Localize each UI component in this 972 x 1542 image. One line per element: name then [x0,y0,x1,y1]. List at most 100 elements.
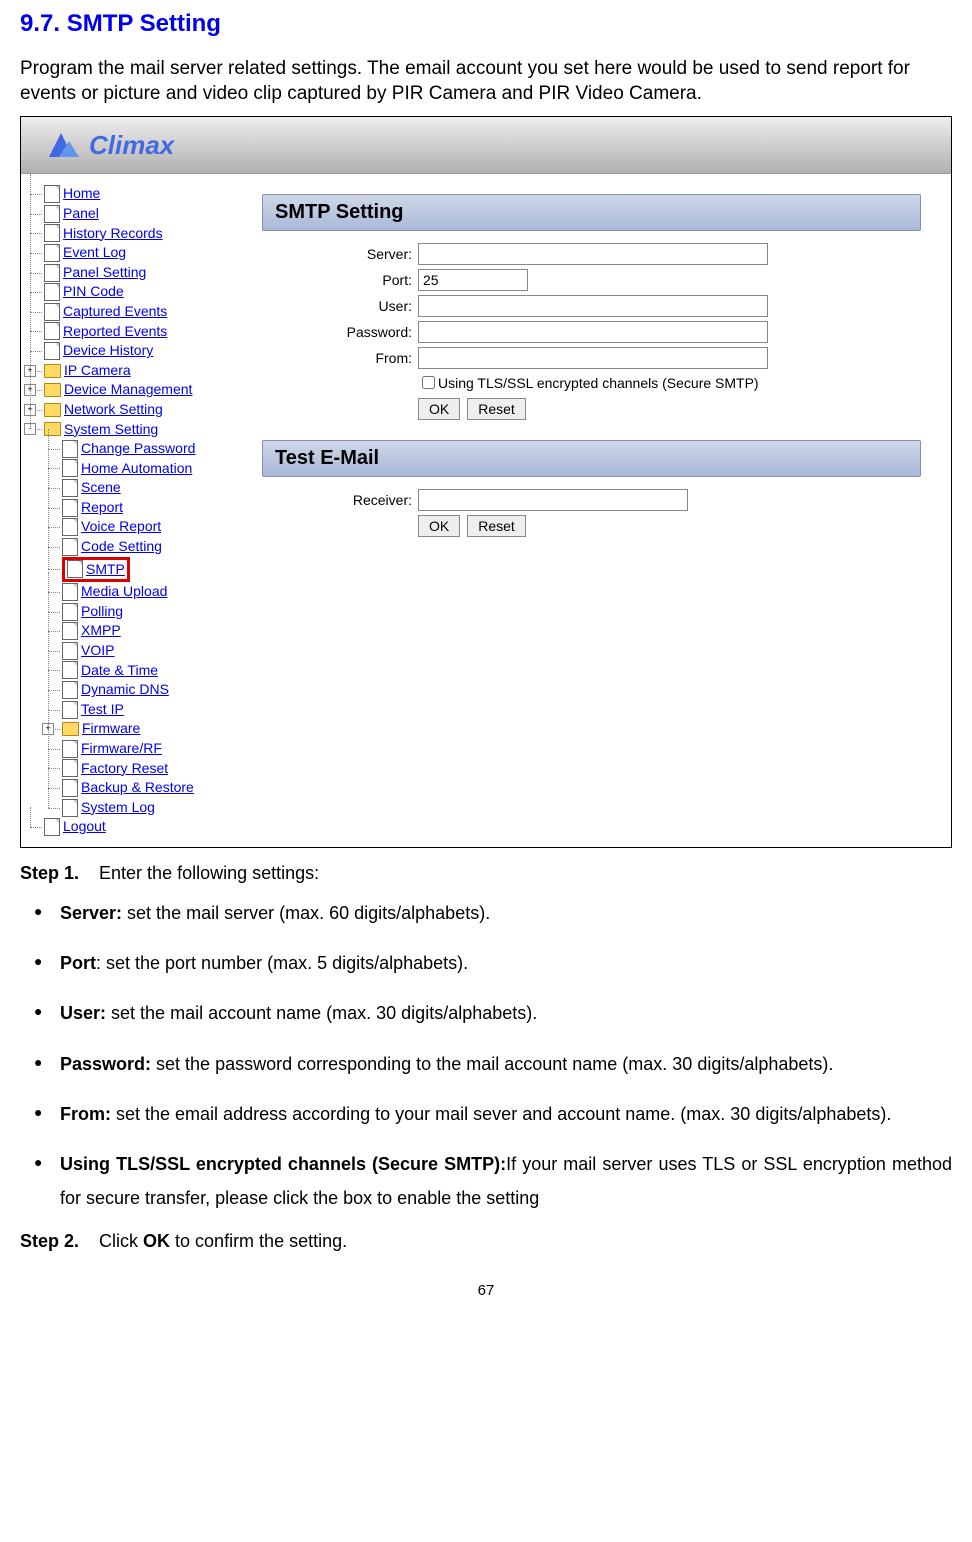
step-1-text: Enter the following settings: [99,863,319,884]
nav-device-history[interactable]: Device History [44,341,226,361]
test-reset-button[interactable]: Reset [467,515,526,537]
nav-panel-setting[interactable]: Panel Setting [44,263,226,283]
nav-reported-events[interactable]: Reported Events [44,322,226,342]
file-icon [62,740,78,758]
file-icon [62,459,78,477]
folder-icon [44,403,61,417]
nav-smtp[interactable]: SMTP [62,557,226,583]
nav-pin-code[interactable]: PIN Code [44,282,226,302]
file-icon [67,560,83,578]
folder-icon [44,383,61,397]
nav-voip[interactable]: VOIP [62,641,226,661]
file-icon [62,799,78,817]
bullet-list: Server: set the mail server (max. 60 dig… [20,896,952,1215]
file-icon [62,779,78,797]
file-icon [62,642,78,660]
nav-ip-camera[interactable]: +IP Camera [44,361,226,381]
step-2-label: Step 2. [20,1231,79,1252]
bullet-user: User: set the mail account name (max. 30… [60,996,952,1030]
step-2: Step 2. Click OK to confirm the setting. [20,1231,952,1252]
file-icon [62,479,78,497]
port-input[interactable] [418,269,528,291]
file-icon [44,322,60,340]
folder-icon [44,422,61,436]
password-label: Password: [262,324,418,340]
nav-history-records[interactable]: History Records [44,224,226,244]
nav-device-management[interactable]: +Device Management [44,380,226,400]
nav-change-password[interactable]: Change Password [62,439,226,459]
file-icon [62,603,78,621]
step-1-label: Step 1. [20,863,79,884]
from-label: From: [262,350,418,366]
nav-captured-events[interactable]: Captured Events [44,302,226,322]
nav-dynamic-dns[interactable]: Dynamic DNS [62,680,226,700]
smtp-panel-header: SMTP Setting [262,194,921,231]
file-icon [44,185,60,203]
nav-xmpp[interactable]: XMPP [62,621,226,641]
nav-system-log[interactable]: System Log [62,798,226,818]
tls-label: Using TLS/SSL encrypted channels (Secure… [438,375,759,391]
nav-network-setting[interactable]: +Network Setting [44,400,226,420]
nav-system-setting[interactable]: -System Setting [44,420,226,440]
step-2-text: Click OK to confirm the setting. [99,1231,347,1252]
receiver-input[interactable] [418,489,688,511]
reset-button[interactable]: Reset [467,398,526,420]
from-input[interactable] [418,347,768,369]
bullet-port: Port: set the port number (max. 5 digits… [60,946,952,980]
folder-icon [62,722,79,736]
nav-firmware-rf[interactable]: Firmware/RF [62,739,226,759]
file-icon [44,224,60,242]
file-icon [44,818,60,836]
nav-polling[interactable]: Polling [62,602,226,622]
nav-backup-restore[interactable]: Backup & Restore [62,778,226,798]
tls-checkbox[interactable] [422,376,435,389]
bullet-password: Password: set the password corresponding… [60,1047,952,1081]
user-input[interactable] [418,295,768,317]
nav-voice-report[interactable]: Voice Report [62,517,226,537]
highlight-box: SMTP [62,557,130,583]
password-input[interactable] [418,321,768,343]
file-icon [44,303,60,321]
server-label: Server: [262,246,418,262]
section-title: 9.7. SMTP Setting [20,10,952,38]
user-label: User: [262,298,418,314]
step-1: Step 1. Enter the following settings: [20,863,952,884]
nav-home[interactable]: Home [44,184,226,204]
collapse-icon[interactable]: - [24,423,36,435]
nav-tree: Home Panel History Records Event Log Pan… [21,174,232,847]
file-icon [44,244,60,262]
file-icon [44,342,60,360]
nav-report[interactable]: Report [62,498,226,518]
nav-panel[interactable]: Panel [44,204,226,224]
logo-text: Climax [89,130,174,161]
file-icon [62,583,78,601]
ok-button[interactable]: OK [418,398,460,420]
test-ok-button[interactable]: OK [418,515,460,537]
file-icon [44,205,60,223]
bullet-tls: Using TLS/SSL encrypted channels (Secure… [60,1147,952,1215]
file-icon [62,661,78,679]
file-icon [62,440,78,458]
file-icon [62,538,78,556]
file-icon [44,283,60,301]
bullet-from: From: set the email address according to… [60,1097,952,1131]
nav-media-upload[interactable]: Media Upload [62,582,226,602]
app-header: Climax [21,117,951,174]
folder-icon [44,364,61,378]
nav-event-log[interactable]: Event Log [44,243,226,263]
file-icon [44,264,60,282]
nav-factory-reset[interactable]: Factory Reset [62,759,226,779]
file-icon [62,681,78,699]
nav-firmware[interactable]: +Firmware [62,719,226,739]
nav-test-ip[interactable]: Test IP [62,700,226,720]
server-input[interactable] [418,243,768,265]
nav-code-setting[interactable]: Code Setting [62,537,226,557]
file-icon [62,759,78,777]
test-email-header: Test E-Mail [262,440,921,477]
nav-logout[interactable]: Logout [44,817,226,837]
file-icon [62,518,78,536]
nav-scene[interactable]: Scene [62,478,226,498]
nav-home-automation[interactable]: Home Automation [62,459,226,479]
logo-icon [41,125,81,165]
nav-date-time[interactable]: Date & Time [62,661,226,681]
